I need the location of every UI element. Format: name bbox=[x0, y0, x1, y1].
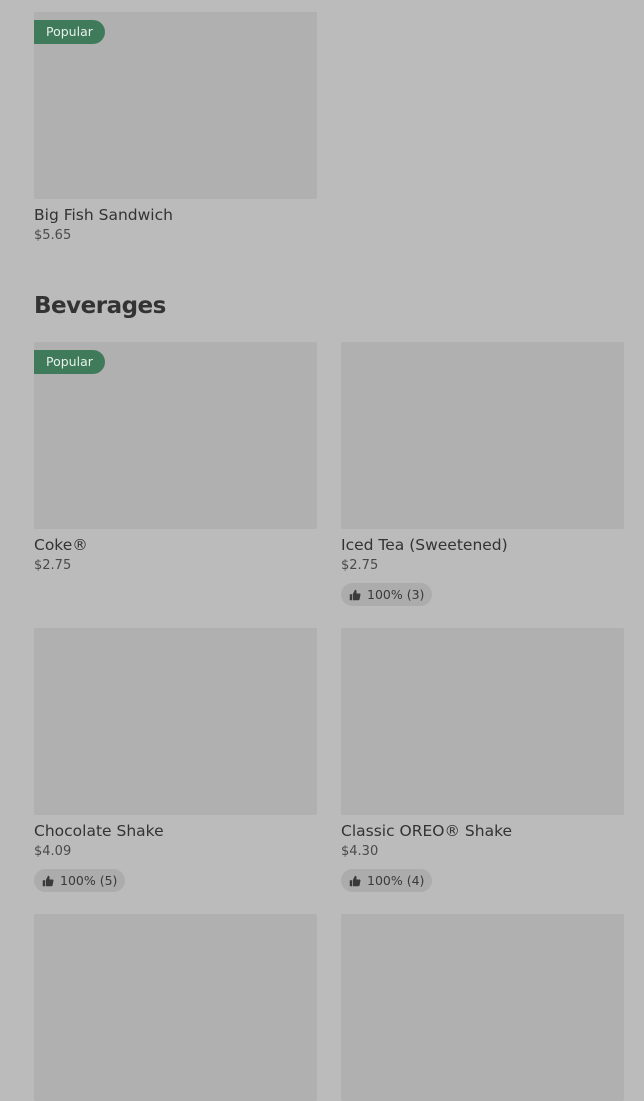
menu-item-card[interactable]: Popular Coke® $2.75 bbox=[34, 342, 317, 575]
menu-item-name: Classic OREO® Shake bbox=[341, 822, 513, 840]
popular-badge: Popular bbox=[34, 20, 105, 44]
menu-item-image[interactable] bbox=[34, 628, 317, 815]
menu-item-card[interactable]: Popular Big Fish Sandwich $5.65 bbox=[34, 12, 317, 245]
menu-item-card[interactable] bbox=[341, 914, 624, 1101]
menu-item-card[interactable]: Classic OREO® Shake $4.30 100% (4) bbox=[341, 628, 624, 892]
menu-item-name: Iced Tea (Sweetened) bbox=[341, 536, 508, 554]
menu-item-card[interactable] bbox=[34, 914, 317, 1101]
rating-text: 100% (3) bbox=[367, 587, 425, 602]
menu-item-price: $4.30 bbox=[341, 844, 379, 859]
menu-item-image[interactable] bbox=[341, 914, 624, 1101]
menu-item-image[interactable]: Popular bbox=[34, 12, 317, 199]
rating-chip: 100% (4) bbox=[341, 869, 433, 892]
menu-item-image[interactable] bbox=[34, 914, 317, 1101]
rating-chip: 100% (3) bbox=[341, 583, 433, 606]
menu-item-image[interactable]: Popular bbox=[34, 342, 317, 529]
menu-item-name: Big Fish Sandwich bbox=[34, 206, 173, 224]
menu-item-price: $5.65 bbox=[34, 228, 72, 243]
rating-text: 100% (5) bbox=[60, 873, 118, 888]
menu-item-name: Chocolate Shake bbox=[34, 822, 164, 840]
rating-chip: 100% (5) bbox=[34, 869, 126, 892]
rating-text: 100% (4) bbox=[367, 873, 425, 888]
menu-item-image[interactable] bbox=[341, 342, 624, 529]
menu-item-price: $4.09 bbox=[34, 844, 72, 859]
menu-item-image[interactable] bbox=[341, 628, 624, 815]
popular-badge: Popular bbox=[34, 350, 105, 374]
thumbs-up-icon bbox=[42, 875, 54, 886]
thumbs-up-icon bbox=[349, 875, 361, 886]
menu-item-price: $2.75 bbox=[34, 558, 72, 573]
menu-item-price: $2.75 bbox=[341, 558, 379, 573]
section-title-beverages: Beverages bbox=[34, 293, 166, 319]
menu-item-card[interactable]: Chocolate Shake $4.09 100% (5) bbox=[34, 628, 317, 892]
thumbs-up-icon bbox=[349, 589, 361, 600]
menu-item-card[interactable]: Iced Tea (Sweetened) $2.75 100% (3) bbox=[341, 342, 624, 606]
menu-item-name: Coke® bbox=[34, 536, 88, 554]
